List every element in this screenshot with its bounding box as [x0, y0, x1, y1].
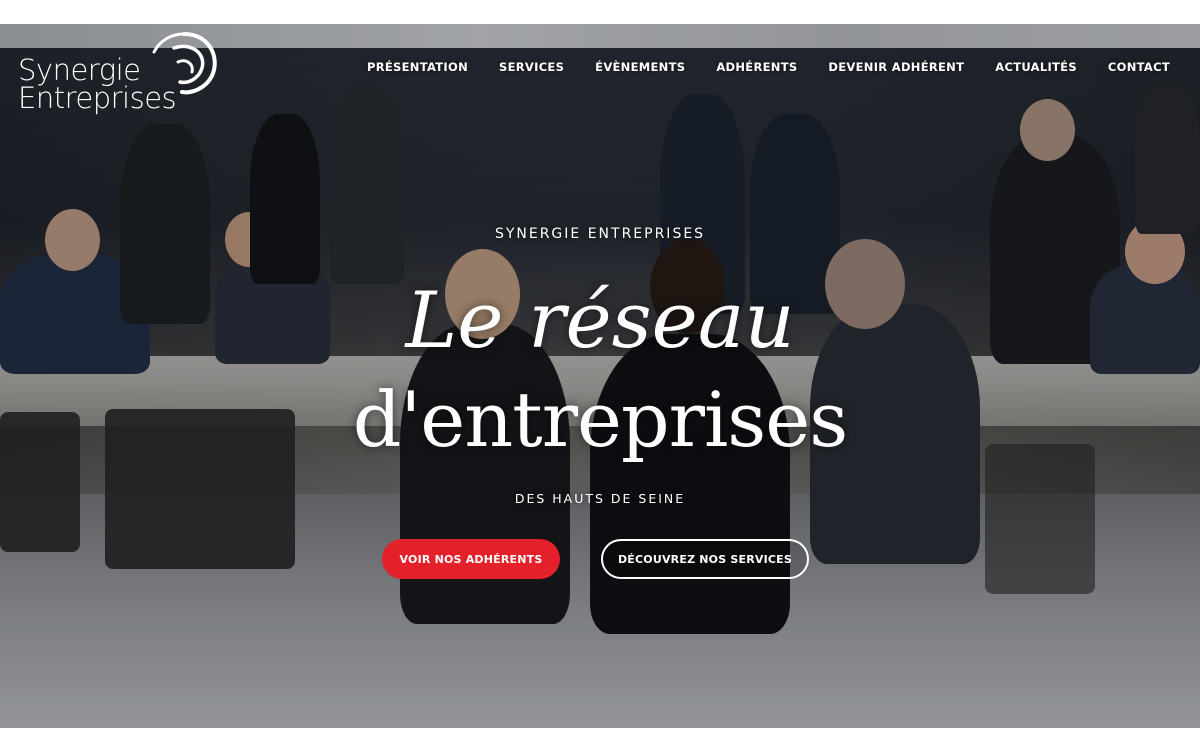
nav-item-adherents[interactable]: ADHÉRENTS [716, 60, 797, 74]
logo-text-line2: Entreprises [18, 81, 177, 115]
decouvrez-nos-services-button-label: DÉCOUVREZ NOS SERVICES [617, 552, 793, 566]
nav-item-devenir-adherent[interactable]: DEVENIR ADHÉRENT [828, 60, 964, 74]
hero-subline: DES HAUTS DE SEINE [514, 491, 686, 506]
hero-headline-line1: Le réseau [405, 276, 795, 366]
nav-item-presentation[interactable]: PRÉSENTATION [367, 60, 468, 74]
nav-item-services[interactable]: SERVICES [499, 60, 564, 74]
nav-item-contact[interactable]: CONTACT [1108, 60, 1170, 74]
hero-eyebrow: SYNERGIE ENTREPRISES [494, 226, 706, 242]
decouvrez-nos-services-button[interactable]: DÉCOUVREZ NOS SERVICES [601, 539, 809, 579]
voir-nos-adherents-button[interactable]: VOIR NOS ADHÉRENTS [382, 539, 560, 579]
nav-item-actualites[interactable]: ACTUALITÉS [995, 60, 1077, 74]
page: Synergie Entreprises PRÉSENTATION SERVIC… [0, 0, 1200, 750]
main-navigation: PRÉSENTATION SERVICES ÉVÈNEMENTS ADHÉREN… [367, 60, 1170, 74]
nav-item-evenements[interactable]: ÉVÈNEMENTS [595, 60, 685, 74]
voir-nos-adherents-button-label: VOIR NOS ADHÉRENTS [399, 552, 543, 566]
hero-headline-line2: d'entreprises [352, 375, 849, 464]
site-logo[interactable]: Synergie Entreprises [18, 26, 228, 116]
